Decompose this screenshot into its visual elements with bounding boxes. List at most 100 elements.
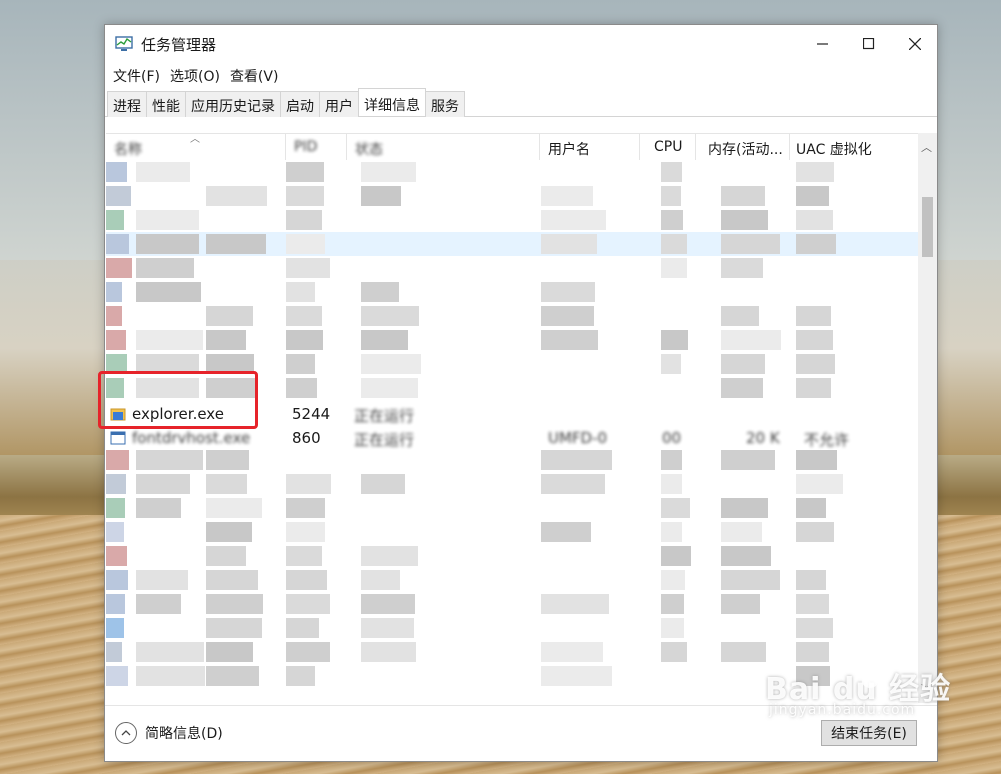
column-header-cpu[interactable]: CPU — [640, 134, 696, 160]
pixelated-block — [106, 330, 127, 350]
scroll-thumb[interactable] — [922, 197, 933, 257]
pixelated-block — [661, 642, 687, 662]
pixelated-block — [106, 522, 125, 542]
pixelated-block — [541, 642, 604, 662]
pixelated-block — [106, 186, 132, 206]
app-window-icon — [110, 431, 126, 445]
pixelated-block — [361, 306, 420, 326]
pixelated-block — [361, 162, 416, 182]
pixelated-block — [541, 666, 613, 686]
pixelated-block — [796, 618, 834, 638]
tab-app-history[interactable]: 应用历史记录 — [185, 91, 281, 117]
column-header-status[interactable]: 状态 — [347, 134, 540, 160]
column-username-label: 用户名 — [548, 142, 590, 158]
pixelated-block — [796, 234, 837, 254]
pixelated-block — [206, 186, 267, 206]
column-status-label: 状态 — [355, 142, 383, 158]
pixelated-block — [106, 642, 123, 662]
pixelated-block — [106, 210, 125, 230]
pixelated-block — [286, 162, 325, 182]
pixelated-block — [796, 522, 835, 542]
pixelated-block — [106, 234, 130, 254]
pixelated-block — [661, 186, 681, 206]
pixelated-block — [796, 474, 844, 494]
tab-processes[interactable]: 进程 — [107, 91, 147, 117]
pixelated-block — [721, 258, 763, 278]
pixelated-block — [206, 474, 247, 494]
pixelated-block — [206, 618, 262, 638]
task-manager-app-icon — [115, 36, 133, 51]
pixelated-block — [206, 450, 249, 470]
pixelated-block — [661, 258, 688, 278]
pixelated-block — [286, 618, 319, 638]
pixelated-block — [106, 594, 126, 614]
pixelated-block — [541, 282, 595, 302]
menu-file[interactable]: 文件(F) — [108, 63, 165, 89]
menu-options[interactable]: 选项(O) — [165, 63, 225, 89]
tab-startup[interactable]: 启动 — [280, 91, 320, 117]
minimize-button[interactable] — [800, 25, 846, 63]
baidu-jingyan-watermark: Bai du 经验 jingyan.baidu.com — [765, 661, 951, 718]
pixelated-block — [286, 258, 331, 278]
pixelated-block — [661, 594, 685, 614]
tab-details[interactable]: 详细信息 — [358, 88, 426, 115]
pixelated-block — [796, 162, 835, 182]
pixelated-block — [661, 618, 685, 638]
pixelated-block — [361, 594, 415, 614]
maximize-button[interactable] — [846, 25, 892, 63]
chevron-up-icon — [115, 722, 137, 744]
pixelated-block — [206, 234, 267, 254]
tab-bar: 进程 性能 应用历史记录 启动 用户 详细信息 服务 — [105, 88, 937, 117]
maximize-icon — [863, 38, 875, 50]
column-header-name[interactable]: 名称 ︿ — [106, 134, 286, 160]
column-pid-label: PID — [294, 139, 318, 155]
tab-services[interactable]: 服务 — [425, 91, 465, 117]
pixelated-block — [206, 330, 247, 350]
pixelated-block — [286, 210, 322, 230]
pixelated-block — [541, 594, 610, 614]
pixelated-block — [136, 642, 205, 662]
pixelated-block — [361, 378, 419, 398]
column-header-username[interactable]: 用户名 — [540, 134, 640, 160]
pixelated-block — [106, 546, 127, 566]
scroll-up-icon[interactable]: ︿ — [921, 139, 932, 155]
column-uac-label: UAC 虚拟化 — [796, 142, 872, 158]
tab-performance[interactable]: 性能 — [146, 91, 186, 117]
watermark-sub-text: jingyan.baidu.com — [769, 702, 916, 718]
pixelated-block — [286, 546, 322, 566]
pixelated-block — [136, 282, 202, 302]
pixelated-block — [796, 210, 834, 230]
column-header-pid[interactable]: PID — [286, 134, 347, 160]
column-cpu-label: CPU — [654, 139, 683, 155]
table-row-fontdrvhost[interactable]: fontdrvhost.exe 860 正在运行 UMFD-0 00 20 K … — [106, 426, 918, 450]
pixelated-block — [286, 522, 325, 542]
tab-users[interactable]: 用户 — [319, 91, 359, 117]
paw-logo-icon — [857, 661, 884, 688]
pixelated-block — [541, 450, 612, 470]
minimize-icon — [817, 43, 828, 45]
pixelated-block — [136, 162, 191, 182]
column-header-memory[interactable]: 内存(活动... — [696, 134, 790, 160]
pixelated-block — [286, 234, 326, 254]
end-task-button[interactable]: 结束任务(E) — [821, 720, 917, 746]
vertical-scrollbar[interactable]: ︿ ﹀ — [918, 133, 937, 703]
pixelated-block — [206, 498, 262, 518]
pixelated-block — [721, 210, 768, 230]
close-button[interactable] — [892, 25, 938, 63]
title-bar[interactable]: 任务管理器 — [105, 25, 937, 63]
pixelated-block — [106, 306, 123, 326]
pixelated-block — [361, 186, 402, 206]
less-details-button[interactable]: 简略信息(D) — [115, 722, 223, 744]
pixelated-block — [106, 474, 126, 494]
pixelated-block — [661, 330, 689, 350]
pixelated-block — [661, 234, 688, 254]
pixelated-block — [361, 474, 405, 494]
column-header-uac[interactable]: UAC 虚拟化 — [790, 134, 918, 160]
pixelated-block — [721, 306, 759, 326]
pixelated-block — [721, 378, 763, 398]
pixelated-block — [796, 570, 827, 590]
pixelated-block — [721, 354, 765, 374]
menu-view[interactable]: 查看(V) — [225, 63, 284, 89]
pixelated-block — [721, 522, 763, 542]
process-uac: 不允许 — [804, 431, 850, 449]
